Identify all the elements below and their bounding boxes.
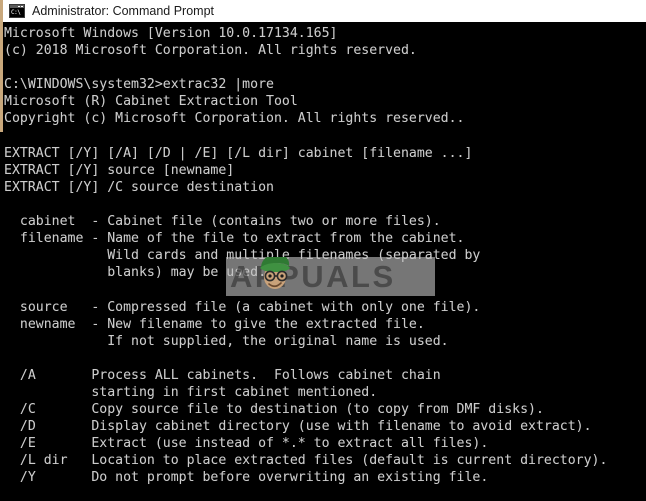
console-line: EXTRACT [/Y] [/A] [/D | /E] [/L dir] cab…: [4, 145, 473, 161]
titlebar-accent-stripe: [0, 0, 3, 22]
console-line: /A Process ALL cabinets. Follows cabinet…: [4, 367, 441, 383]
command-prompt-window: C:\ Administrator: Command Prompt Micros…: [0, 0, 646, 501]
console-line: C:\WINDOWS\system32>extrac32 |more: [4, 77, 274, 93]
console-line: If not supplied, the original name is us…: [4, 333, 449, 349]
console-line: /D Display cabinet directory (use with f…: [4, 419, 592, 435]
window-title: Administrator: Command Prompt: [32, 3, 215, 18]
console-line: /L dir Location to place extracted files…: [4, 453, 608, 469]
icon-screen-text: C:\: [10, 7, 24, 17]
console-line: /C Copy source file to destination (to c…: [4, 402, 544, 418]
console-line: Microsoft Windows [Version 10.0.17134.16…: [4, 26, 338, 41]
console-line: (c) 2018 Microsoft Corporation. All righ…: [4, 43, 417, 59]
console-line: EXTRACT [/Y] source [newname]: [4, 162, 235, 178]
console-text-buffer: Microsoft Windows [Version 10.0.17134.16…: [4, 25, 646, 501]
console-output-area[interactable]: Microsoft Windows [Version 10.0.17134.16…: [0, 22, 646, 501]
command-prompt-icon: C:\: [9, 3, 25, 18]
console-line: cabinet - Cabinet file (contains two or …: [4, 214, 441, 230]
console-line: /E Extract (use instead of *.* to extrac…: [4, 436, 489, 452]
console-accent-stripe: [0, 22, 3, 132]
console-line: blanks) may be used.: [4, 265, 267, 281]
console-line: source - Compressed file (a cabinet with…: [4, 299, 481, 315]
console-line: Wild cards and multiple filenames (separ…: [4, 248, 481, 264]
console-line: Microsoft (R) Cabinet Extraction Tool: [4, 94, 298, 110]
console-line: filename - Name of the file to extract f…: [4, 231, 465, 247]
window-titlebar[interactable]: C:\ Administrator: Command Prompt: [0, 0, 646, 22]
console-line: newname - New filename to give the extra…: [4, 316, 425, 332]
console-line: /Y Do not prompt before overwriting an e…: [4, 470, 489, 486]
console-line: Copyright (c) Microsoft Corporation. All…: [4, 111, 465, 127]
console-line: EXTRACT [/Y] /C source destination: [4, 179, 274, 195]
console-line: starting in first cabinet mentioned.: [4, 384, 378, 400]
